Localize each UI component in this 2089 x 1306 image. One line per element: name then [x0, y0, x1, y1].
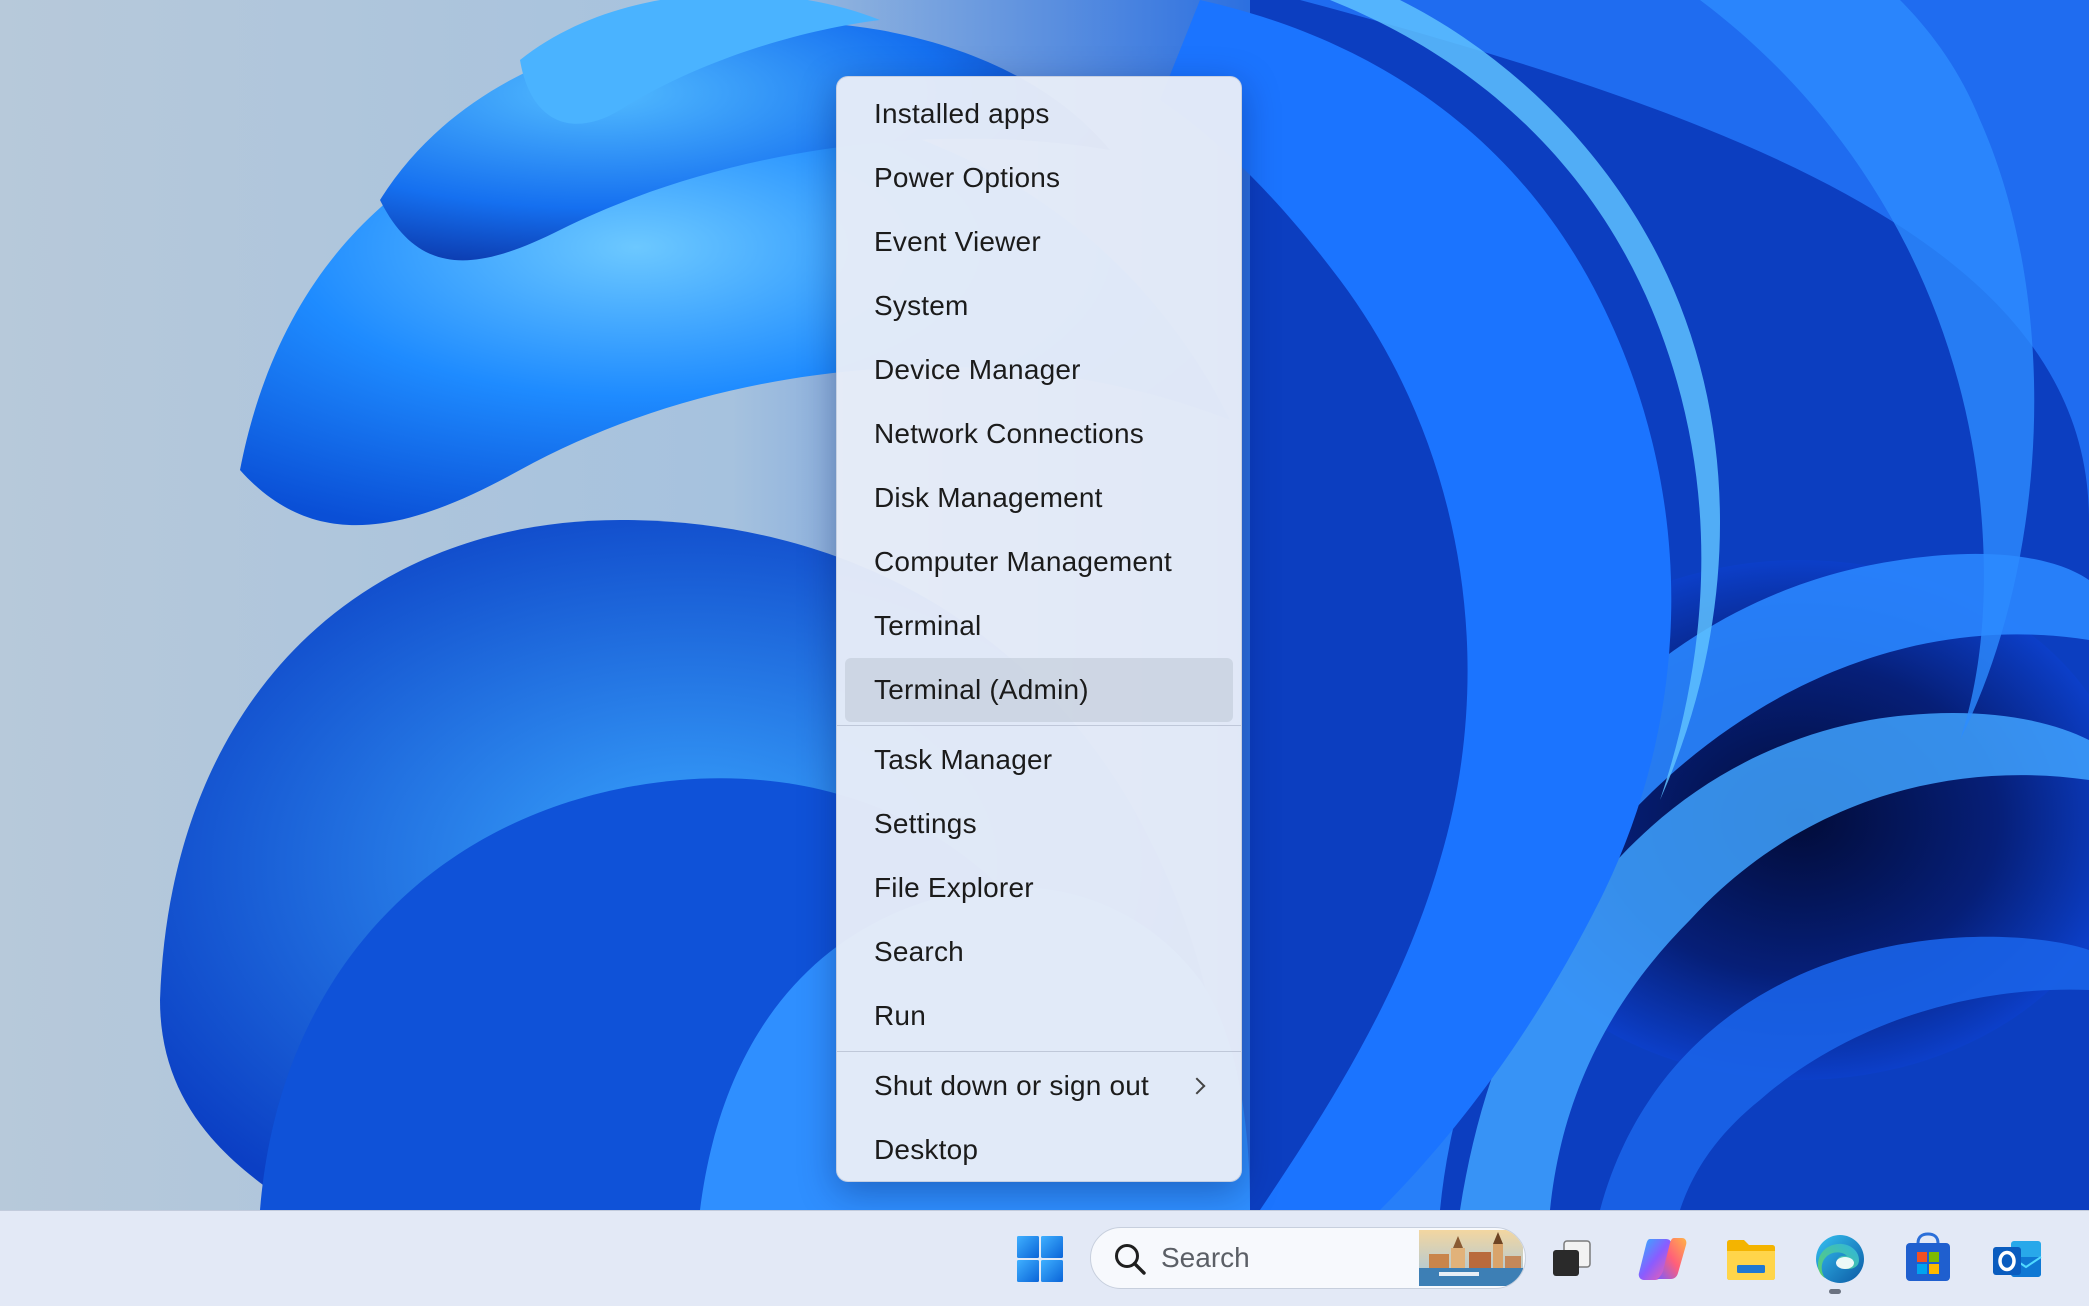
menu-item-label: Shut down or sign out — [874, 1070, 1150, 1101]
menu-item-label: Settings — [874, 808, 977, 839]
copilot-icon — [1638, 1238, 1687, 1280]
edge-browser-icon — [1816, 1235, 1864, 1283]
menu-item-terminal-admin[interactable]: Terminal (Admin) — [845, 658, 1233, 722]
file-explorer-button[interactable] — [1715, 1223, 1787, 1295]
menu-item-task-manager[interactable]: Task Manager — [845, 728, 1233, 792]
copilot-button[interactable] — [1626, 1223, 1698, 1295]
menu-item-label: Installed apps — [874, 98, 1050, 129]
search-icon — [1113, 1242, 1147, 1276]
menu-item-event-viewer[interactable]: Event Viewer — [845, 210, 1233, 274]
edge-running-indicator — [1829, 1289, 1841, 1294]
menu-item-device-manager[interactable]: Device Manager — [845, 338, 1233, 402]
menu-item-label: Power Options — [874, 162, 1061, 193]
menu-item-disk-management[interactable]: Disk Management — [845, 466, 1233, 530]
windows-start-icon — [1017, 1236, 1063, 1282]
search-placeholder: Search — [1161, 1242, 1250, 1273]
menu-item-label: Network Connections — [874, 418, 1144, 449]
menu-item-label: System — [874, 290, 969, 321]
menu-item-desktop[interactable]: Desktop — [845, 1118, 1233, 1182]
task-view-button[interactable] — [1536, 1223, 1608, 1295]
menu-item-computer-management[interactable]: Computer Management — [845, 530, 1233, 594]
chevron-right-icon — [1188, 1077, 1206, 1095]
microsoft-store-icon — [1906, 1232, 1950, 1281]
menu-item-file-explorer[interactable]: File Explorer — [845, 856, 1233, 920]
menu-item-label: Computer Management — [874, 546, 1172, 577]
menu-item-run[interactable]: Run — [845, 984, 1233, 1048]
menu-item-label: Device Manager — [874, 354, 1081, 385]
menu-item-label: Task Manager — [874, 744, 1053, 775]
winx-context-menu: Installed apps Power Options Event Viewer S… — [836, 76, 1242, 1182]
menu-item-terminal[interactable]: Terminal — [845, 594, 1233, 658]
search-highlight-image[interactable] — [1419, 1230, 1523, 1286]
file-explorer-icon — [1727, 1240, 1775, 1280]
outlook-button[interactable] — [1981, 1223, 2053, 1295]
menu-separator — [837, 725, 1241, 726]
taskbar-search-box[interactable]: Search — [1090, 1227, 1526, 1289]
menu-separator — [837, 1051, 1241, 1052]
taskbar: Search — [0, 1210, 2089, 1306]
edge-button[interactable] — [1804, 1223, 1876, 1295]
store-button[interactable] — [1892, 1223, 1964, 1295]
start-button[interactable] — [1004, 1223, 1076, 1295]
menu-item-label: File Explorer — [874, 872, 1034, 903]
desktop-screen: Installed apps Power Options Event Viewer S… — [0, 0, 2089, 1306]
menu-item-network-connections[interactable]: Network Connections — [845, 402, 1233, 466]
menu-item-label: Disk Management — [874, 482, 1103, 513]
menu-item-label: Terminal — [874, 610, 982, 641]
menu-item-shut-down-or-sign-out[interactable]: Shut down or sign out — [845, 1054, 1233, 1118]
menu-item-label: Search — [874, 936, 964, 967]
menu-item-label: Terminal (Admin) — [874, 674, 1089, 705]
menu-item-system[interactable]: System — [845, 274, 1233, 338]
task-view-icon — [1553, 1240, 1591, 1276]
menu-item-label: Event Viewer — [874, 226, 1041, 257]
menu-item-label: Run — [874, 1000, 926, 1031]
menu-item-installed-apps[interactable]: Installed apps — [845, 82, 1233, 146]
menu-item-power-options[interactable]: Power Options — [845, 146, 1233, 210]
outlook-icon — [1993, 1241, 2042, 1277]
menu-item-label: Desktop — [874, 1134, 979, 1165]
menu-item-settings[interactable]: Settings — [845, 792, 1233, 856]
menu-item-search[interactable]: Search — [845, 920, 1233, 984]
